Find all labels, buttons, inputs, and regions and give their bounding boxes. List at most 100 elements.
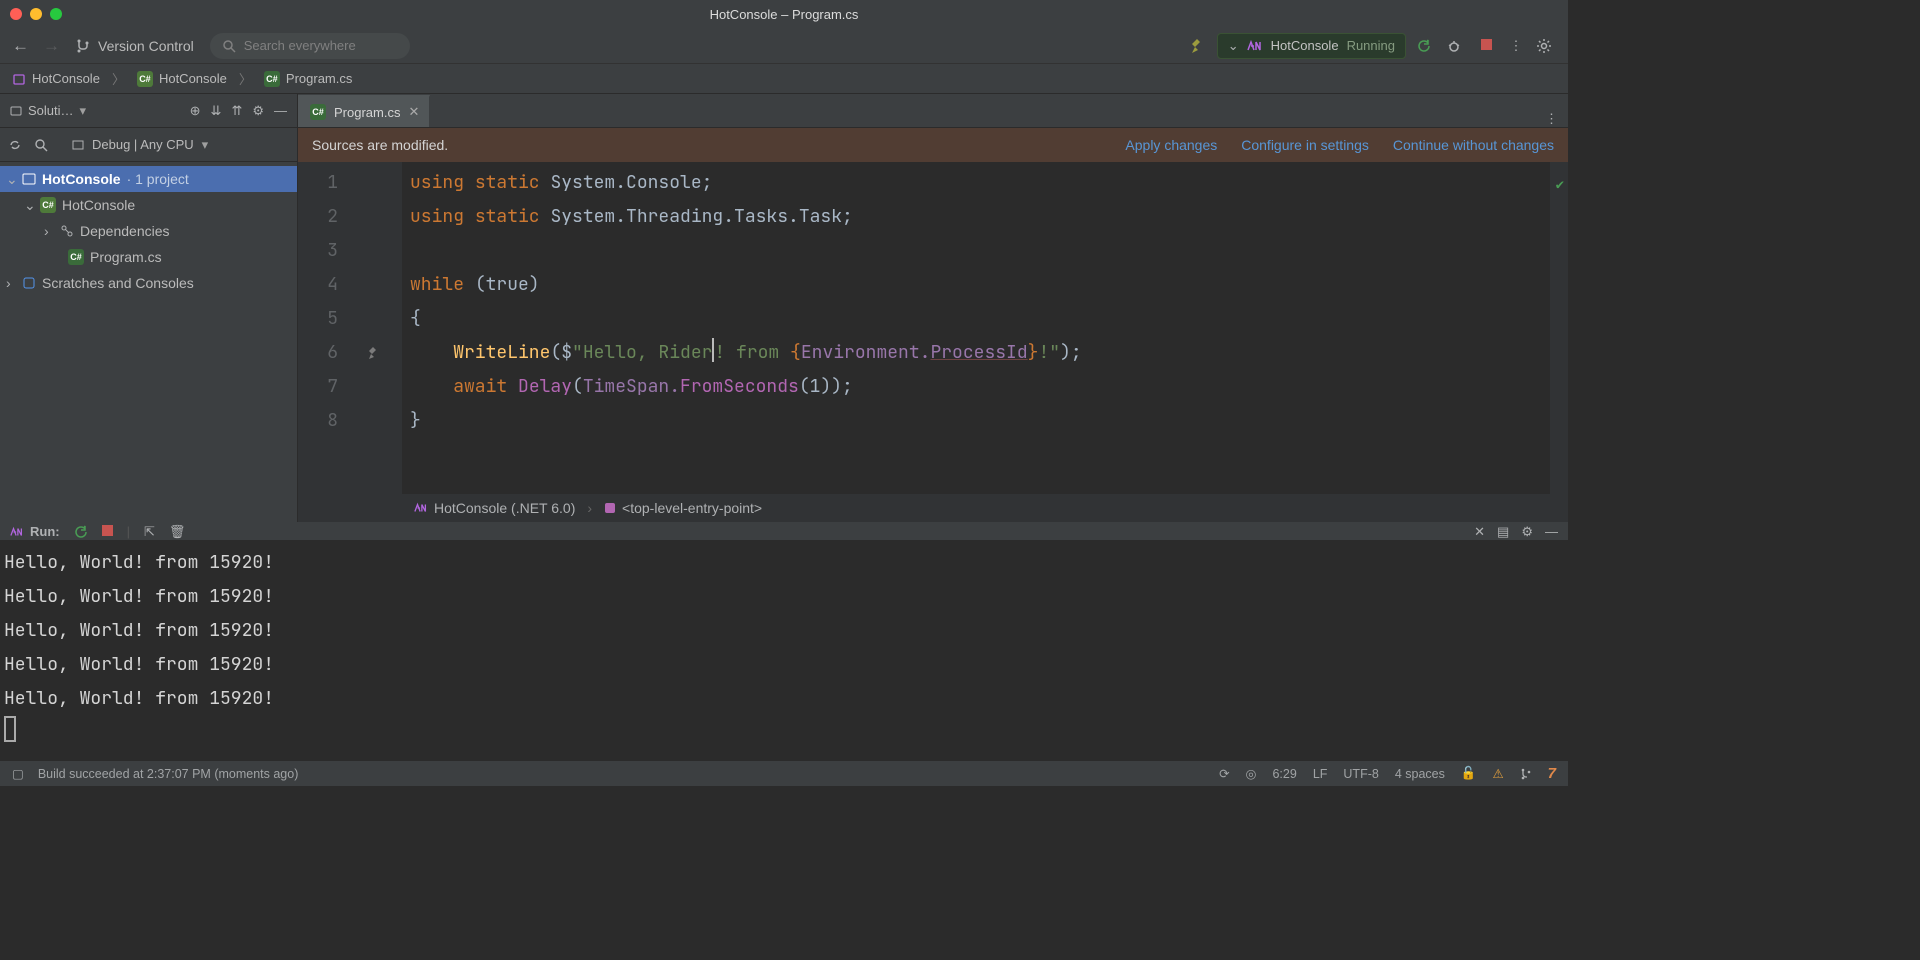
navigation-breadcrumb: HotConsole C# HotConsole C# Program.cs (0, 64, 1568, 94)
branch-icon (76, 39, 90, 53)
apply-changes-link[interactable]: Apply changes (1125, 137, 1217, 153)
error-stripe[interactable] (1550, 162, 1568, 494)
run-configuration[interactable]: ⌄ HotConsole Running (1217, 33, 1406, 59)
solution-explorer: Soluti… ▾ ⊕ ⇊ ⇈ ⚙ — Debug | Any CPU ▾ (0, 94, 298, 522)
stop-icon[interactable] (1476, 38, 1496, 53)
solution-tree: ⌄ HotConsole · 1 project ⌄ C# HotConsole… (0, 162, 297, 522)
hide-panel-icon[interactable]: — (274, 103, 287, 119)
output-line: Hello, World! from 15920! (4, 546, 1564, 580)
code-editor[interactable]: using static System.Console; using stati… (402, 162, 1568, 494)
chevron-down-icon: ▾ (202, 137, 209, 153)
vcs-label: Version Control (98, 38, 194, 54)
line-separator[interactable]: LF (1313, 767, 1328, 781)
csproj-icon: C# (40, 197, 56, 213)
solution-icon (22, 172, 36, 186)
build-gutter-icon[interactable] (346, 336, 402, 370)
solution-header: Soluti… ▾ ⊕ ⇊ ⇈ ⚙ — (0, 94, 297, 128)
collapse-all-icon[interactable]: ⇈ (231, 103, 242, 119)
export-icon[interactable]: ⇱ (144, 524, 155, 540)
notification-message: Sources are modified. (312, 137, 448, 153)
csproj-icon: C# (137, 71, 153, 87)
inspection-icon[interactable]: ⚠ (1492, 766, 1503, 781)
locate-icon[interactable]: ⊕ (190, 103, 201, 119)
indent-info[interactable]: 4 spaces (1395, 767, 1445, 781)
run-config-name: HotConsole (1271, 38, 1339, 53)
scratches-icon (22, 276, 36, 290)
editor: C# Program.cs ✕ ⋮ Sources are modified. … (298, 94, 1568, 522)
hot-reload-notification: Sources are modified. Apply changes Conf… (298, 128, 1568, 162)
processes-icon[interactable]: ◎ (1246, 766, 1257, 781)
output-line: Hello, World! from 15920! (4, 682, 1564, 716)
close-tab-icon[interactable]: ✕ (408, 104, 419, 120)
run-label: Run: (30, 524, 60, 539)
output-line: Hello, World! from 15920! (4, 648, 1564, 682)
gear-icon[interactable]: ⚙ (252, 103, 264, 119)
layout-icon[interactable]: ▤ (1497, 524, 1509, 540)
close-panel-icon[interactable]: ✕ (1474, 524, 1485, 540)
git-fetch-icon[interactable]: ⟳ (1219, 766, 1229, 781)
window-title: HotConsole – Program.cs (710, 7, 859, 22)
output-line: Hello, World! from 15920! (4, 614, 1564, 648)
build-icon[interactable] (1189, 37, 1207, 55)
run-config-status: Running (1347, 38, 1395, 53)
debug-icon[interactable] (1446, 38, 1466, 54)
search-everywhere[interactable]: Search everywhere (210, 33, 410, 59)
method-icon (604, 502, 616, 514)
main-toolbar: ← → Version Control Search everywhere ⌄ … (0, 28, 1568, 64)
rerun-icon[interactable] (74, 525, 88, 539)
caret-position[interactable]: 6:29 (1272, 767, 1296, 781)
minimize-window[interactable] (30, 8, 42, 20)
gear-icon[interactable]: ⚙ (1521, 524, 1533, 540)
continue-without-changes-link[interactable]: Continue without changes (1393, 137, 1554, 153)
maximize-window[interactable] (50, 8, 62, 20)
line-number-gutter[interactable]: 1 2 3 4 5 6 7 8 (298, 162, 346, 494)
chevron-down-icon: ⌄ (1228, 38, 1239, 54)
vcs-button[interactable]: Version Control (76, 38, 194, 54)
stop-icon[interactable] (102, 524, 113, 539)
solution-icon (10, 105, 22, 117)
branch-icon[interactable] (1520, 768, 1532, 780)
breadcrumb-solution[interactable]: HotConsole (12, 71, 100, 86)
tab-program-cs[interactable]: C# Program.cs ✕ (298, 95, 430, 127)
dotnet-icon (10, 526, 24, 538)
tree-dependencies[interactable]: › Dependencies (0, 218, 297, 244)
run-output[interactable]: Hello, World! from 15920! Hello, World! … (0, 540, 1568, 760)
hide-panel-icon[interactable]: — (1545, 524, 1558, 540)
dotnet-icon (414, 502, 428, 514)
chevron-down-icon[interactable]: ▾ (80, 103, 87, 119)
notifications-icon[interactable]: 7 (1548, 765, 1556, 782)
breadcrumb-project[interactable]: C# HotConsole (137, 71, 227, 87)
crumb-project[interactable]: HotConsole (.NET 6.0) (414, 500, 575, 516)
restart-icon[interactable] (1416, 38, 1436, 54)
tool-window-icon[interactable]: ▢ (12, 766, 24, 781)
tabs-more-icon[interactable]: ⋮ (1535, 111, 1568, 127)
nav-arrows: ← → (12, 36, 60, 56)
trash-icon[interactable]: 🗑 (169, 524, 186, 540)
breadcrumb-file[interactable]: C# Program.cs (264, 71, 352, 87)
tree-solution-root[interactable]: ⌄ HotConsole · 1 project (0, 166, 297, 192)
nav-back-icon[interactable]: ← (12, 36, 29, 56)
tree-scratches[interactable]: › Scratches and Consoles (0, 270, 297, 296)
more-actions-icon[interactable]: ⋮ (1506, 38, 1526, 54)
search-icon[interactable] (34, 138, 48, 152)
editor-breadcrumb: HotConsole (.NET 6.0) › <top-level-entry… (298, 494, 1568, 522)
readonly-toggle-icon[interactable]: 🔓 (1461, 766, 1477, 781)
dependencies-icon (60, 224, 74, 238)
sync-icon[interactable] (8, 138, 22, 152)
config-icon (72, 139, 84, 151)
expand-all-icon[interactable]: ⇊ (211, 103, 222, 119)
tree-file-program[interactable]: C# Program.cs (0, 244, 297, 270)
settings-icon[interactable] (1536, 38, 1556, 54)
build-config-dropdown[interactable]: Debug | Any CPU ▾ (64, 134, 216, 156)
close-window[interactable] (10, 8, 22, 20)
nav-forward-icon[interactable]: → (43, 36, 60, 56)
output-line: Hello, World! from 15920! (4, 580, 1564, 614)
gutter-icons (346, 162, 402, 494)
tree-project[interactable]: ⌄ C# HotConsole (0, 192, 297, 218)
crumb-entry[interactable]: <top-level-entry-point> (604, 500, 762, 516)
status-bar: ▢ Build succeeded at 2:37:07 PM (moments… (0, 760, 1568, 786)
inspection-ok-icon[interactable]: ✔ (1556, 168, 1564, 202)
file-encoding[interactable]: UTF-8 (1343, 767, 1378, 781)
search-icon (222, 39, 236, 53)
configure-settings-link[interactable]: Configure in settings (1241, 137, 1369, 153)
